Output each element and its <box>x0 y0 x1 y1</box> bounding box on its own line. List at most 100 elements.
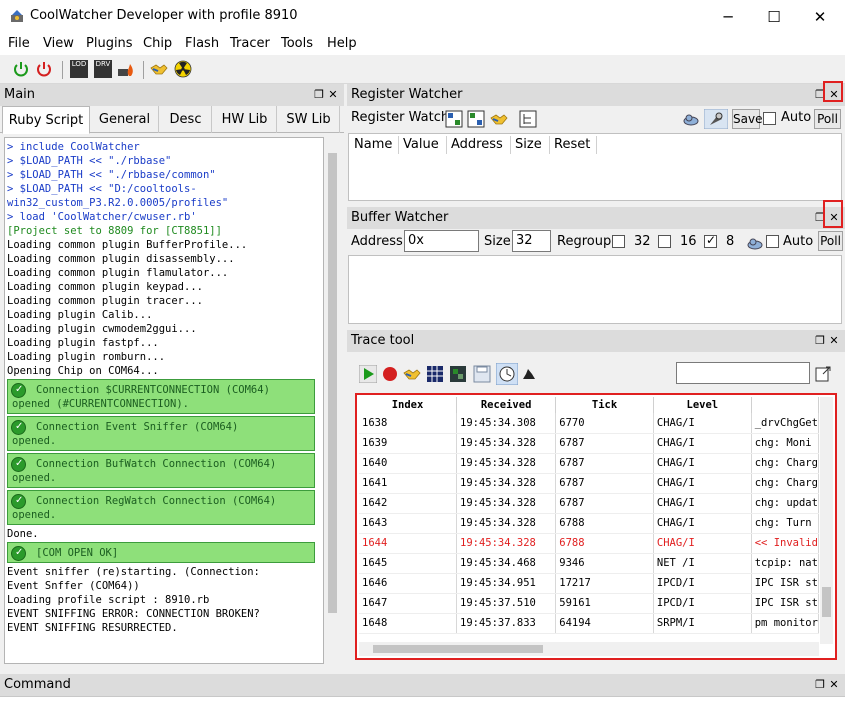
poll-button[interactable]: Poll <box>814 109 841 129</box>
buffer-poll-button[interactable]: Poll <box>818 231 843 251</box>
auto-checkbox[interactable] <box>763 112 776 125</box>
grid-icon[interactable] <box>426 365 444 383</box>
regroup-16-checkbox[interactable] <box>658 235 671 248</box>
drv-icon[interactable]: DRV <box>94 60 112 78</box>
cloud-icon[interactable] <box>682 111 700 127</box>
menu-tracer[interactable]: Tracer <box>230 36 270 51</box>
table-row[interactable]: 1641 19:45:34.328 6787 CHAG/I chg: Charg <box>359 473 820 494</box>
tab-desc[interactable]: Desc <box>160 106 212 133</box>
table-row[interactable]: 1648 19:45:37.833 64194 SRPM/I pm monitor <box>359 613 820 634</box>
float-icon[interactable]: ❐ <box>813 674 827 696</box>
main-dock-title: Main <box>4 87 36 102</box>
close-icon[interactable]: ✕ <box>827 330 841 352</box>
trace-search-input[interactable] <box>676 362 810 384</box>
burn-icon[interactable] <box>117 60 135 78</box>
table-cell: CHAG/I <box>653 453 752 474</box>
export-icon[interactable] <box>814 365 832 383</box>
float-icon[interactable]: ❐ <box>312 84 326 106</box>
lod-icon[interactable]: LOD <box>70 60 88 78</box>
tab-sw-lib[interactable]: SW Lib <box>278 106 340 133</box>
handshake-icon[interactable] <box>490 110 508 128</box>
column-header-message[interactable] <box>751 397 820 413</box>
scrollbar-thumb[interactable] <box>373 645 543 653</box>
table-cell: 19:45:37.833 <box>456 613 557 634</box>
register-watcher-header: Register Watcher ❐ ✕ <box>347 84 845 106</box>
minimize-button[interactable]: ─ <box>705 3 751 31</box>
save-icon[interactable] <box>473 365 491 383</box>
regroup-32-checkbox[interactable] <box>612 235 625 248</box>
menu-help[interactable]: Help <box>327 36 357 51</box>
power-on-icon[interactable] <box>12 60 30 78</box>
column-header-value[interactable]: Value <box>403 137 439 152</box>
column-header-reset[interactable]: Reset <box>554 137 590 152</box>
address-input[interactable]: 0x <box>404 230 479 252</box>
console-line: > $LOAD_PATH << "./rbbase" <box>7 155 172 167</box>
tab-general[interactable]: General <box>91 106 159 133</box>
console-line: > load 'CoolWatcher/cwuser.rb' <box>7 211 197 223</box>
play-icon[interactable] <box>359 365 377 383</box>
save-button[interactable]: Save <box>732 109 762 129</box>
handshake-icon[interactable] <box>150 60 168 78</box>
close-icon[interactable]: ✕ <box>827 674 841 696</box>
buffer-auto-checkbox[interactable] <box>766 235 779 248</box>
column-header-level[interactable]: Level <box>653 397 752 413</box>
register-watcher-title: Register Watcher <box>351 87 463 102</box>
trace-table[interactable]: Index Received Tick Level 1638 19:45:34.3… <box>355 393 837 660</box>
table-row[interactable]: 1643 19:45:34.328 6788 CHAG/I chg: Turn <box>359 513 820 534</box>
table-row[interactable]: 1645 19:45:34.468 9346 NET /I tcpip: nat <box>359 553 820 574</box>
scrollbar-thumb[interactable] <box>328 153 337 613</box>
handshake-icon[interactable] <box>403 365 421 383</box>
tab-hw-lib[interactable]: HW Lib <box>213 106 277 133</box>
cloud-icon[interactable] <box>746 235 764 251</box>
table-row[interactable]: 1640 19:45:34.328 6787 CHAG/I chg: Charg <box>359 453 820 474</box>
regroup-8-checkbox[interactable] <box>704 233 717 248</box>
table-row[interactable]: 1647 19:45:37.510 59161 IPCD/I IPC ISR st <box>359 593 820 614</box>
power-off-icon[interactable] <box>35 60 53 78</box>
buffer-view[interactable] <box>348 255 842 324</box>
menu-view[interactable]: View <box>43 36 74 51</box>
tab-ruby-script[interactable]: Ruby Script <box>2 106 90 134</box>
record-icon[interactable] <box>381 365 399 383</box>
table-row[interactable]: 1638 19:45:34.308 6770 CHAG/I _drvChgGet <box>359 413 820 434</box>
scrollbar-thumb[interactable] <box>822 587 831 617</box>
tree-icon[interactable] <box>519 110 537 128</box>
trace-horizontal-scrollbar[interactable] <box>359 642 819 656</box>
column-header-received[interactable]: Received <box>456 397 557 413</box>
column-header-size[interactable]: Size <box>515 137 542 152</box>
column-header-name[interactable]: Name <box>354 137 392 152</box>
console-scrollbar[interactable] <box>326 137 339 664</box>
trace-header-row: Index Received Tick Level <box>359 397 820 413</box>
probe-icon[interactable] <box>704 109 728 129</box>
clock-icon[interactable] <box>496 363 518 385</box>
add-register-icon[interactable] <box>445 110 463 128</box>
table-row[interactable]: 1646 19:45:34.951 17217 IPCD/I IPC ISR st <box>359 573 820 594</box>
buffer-watcher-title: Buffer Watcher <box>351 210 449 225</box>
register-table[interactable]: Name Value Address Size Reset <box>348 133 842 201</box>
remove-register-icon[interactable] <box>467 110 485 128</box>
menu-plugins[interactable]: Plugins <box>86 36 133 51</box>
menu-chip[interactable]: Chip <box>143 36 172 51</box>
close-icon[interactable]: ✕ <box>326 84 340 106</box>
column-header-tick[interactable]: Tick <box>555 397 654 413</box>
table-row[interactable]: 1642 19:45:34.328 6787 CHAG/I chg: updat <box>359 493 820 514</box>
column-header-address[interactable]: Address <box>451 137 503 152</box>
maximize-button[interactable]: ☐ <box>751 3 797 31</box>
menu-flash[interactable]: Flash <box>185 36 219 51</box>
filter-icon[interactable] <box>449 365 467 383</box>
table-cell: CHAG/I <box>653 513 752 534</box>
console-line: Connection RegWatch Connection (COM64) <box>36 495 277 507</box>
menu-file[interactable]: File <box>8 36 30 51</box>
clear-icon[interactable] <box>520 365 538 383</box>
size-input[interactable]: 32 <box>512 230 551 252</box>
radiation-icon[interactable] <box>174 60 192 78</box>
float-icon[interactable]: ❐ <box>813 330 827 352</box>
table-row[interactable]: 1644 19:45:34.328 6788 CHAG/I << Invalid <box>359 533 820 554</box>
ruby-console[interactable]: > include CoolWatcher > $LOAD_PATH << "./… <box>4 137 324 664</box>
status-ok-box: [COM OPEN OK] <box>7 542 315 563</box>
trace-vertical-scrollbar[interactable] <box>820 397 833 644</box>
menu-tools[interactable]: Tools <box>281 36 313 51</box>
table-row[interactable]: 1639 19:45:34.328 6787 CHAG/I chg: Moni <box>359 433 820 454</box>
column-header-index[interactable]: Index <box>359 397 457 413</box>
command-input-area[interactable] <box>0 696 845 720</box>
close-button[interactable]: ✕ <box>797 3 843 31</box>
